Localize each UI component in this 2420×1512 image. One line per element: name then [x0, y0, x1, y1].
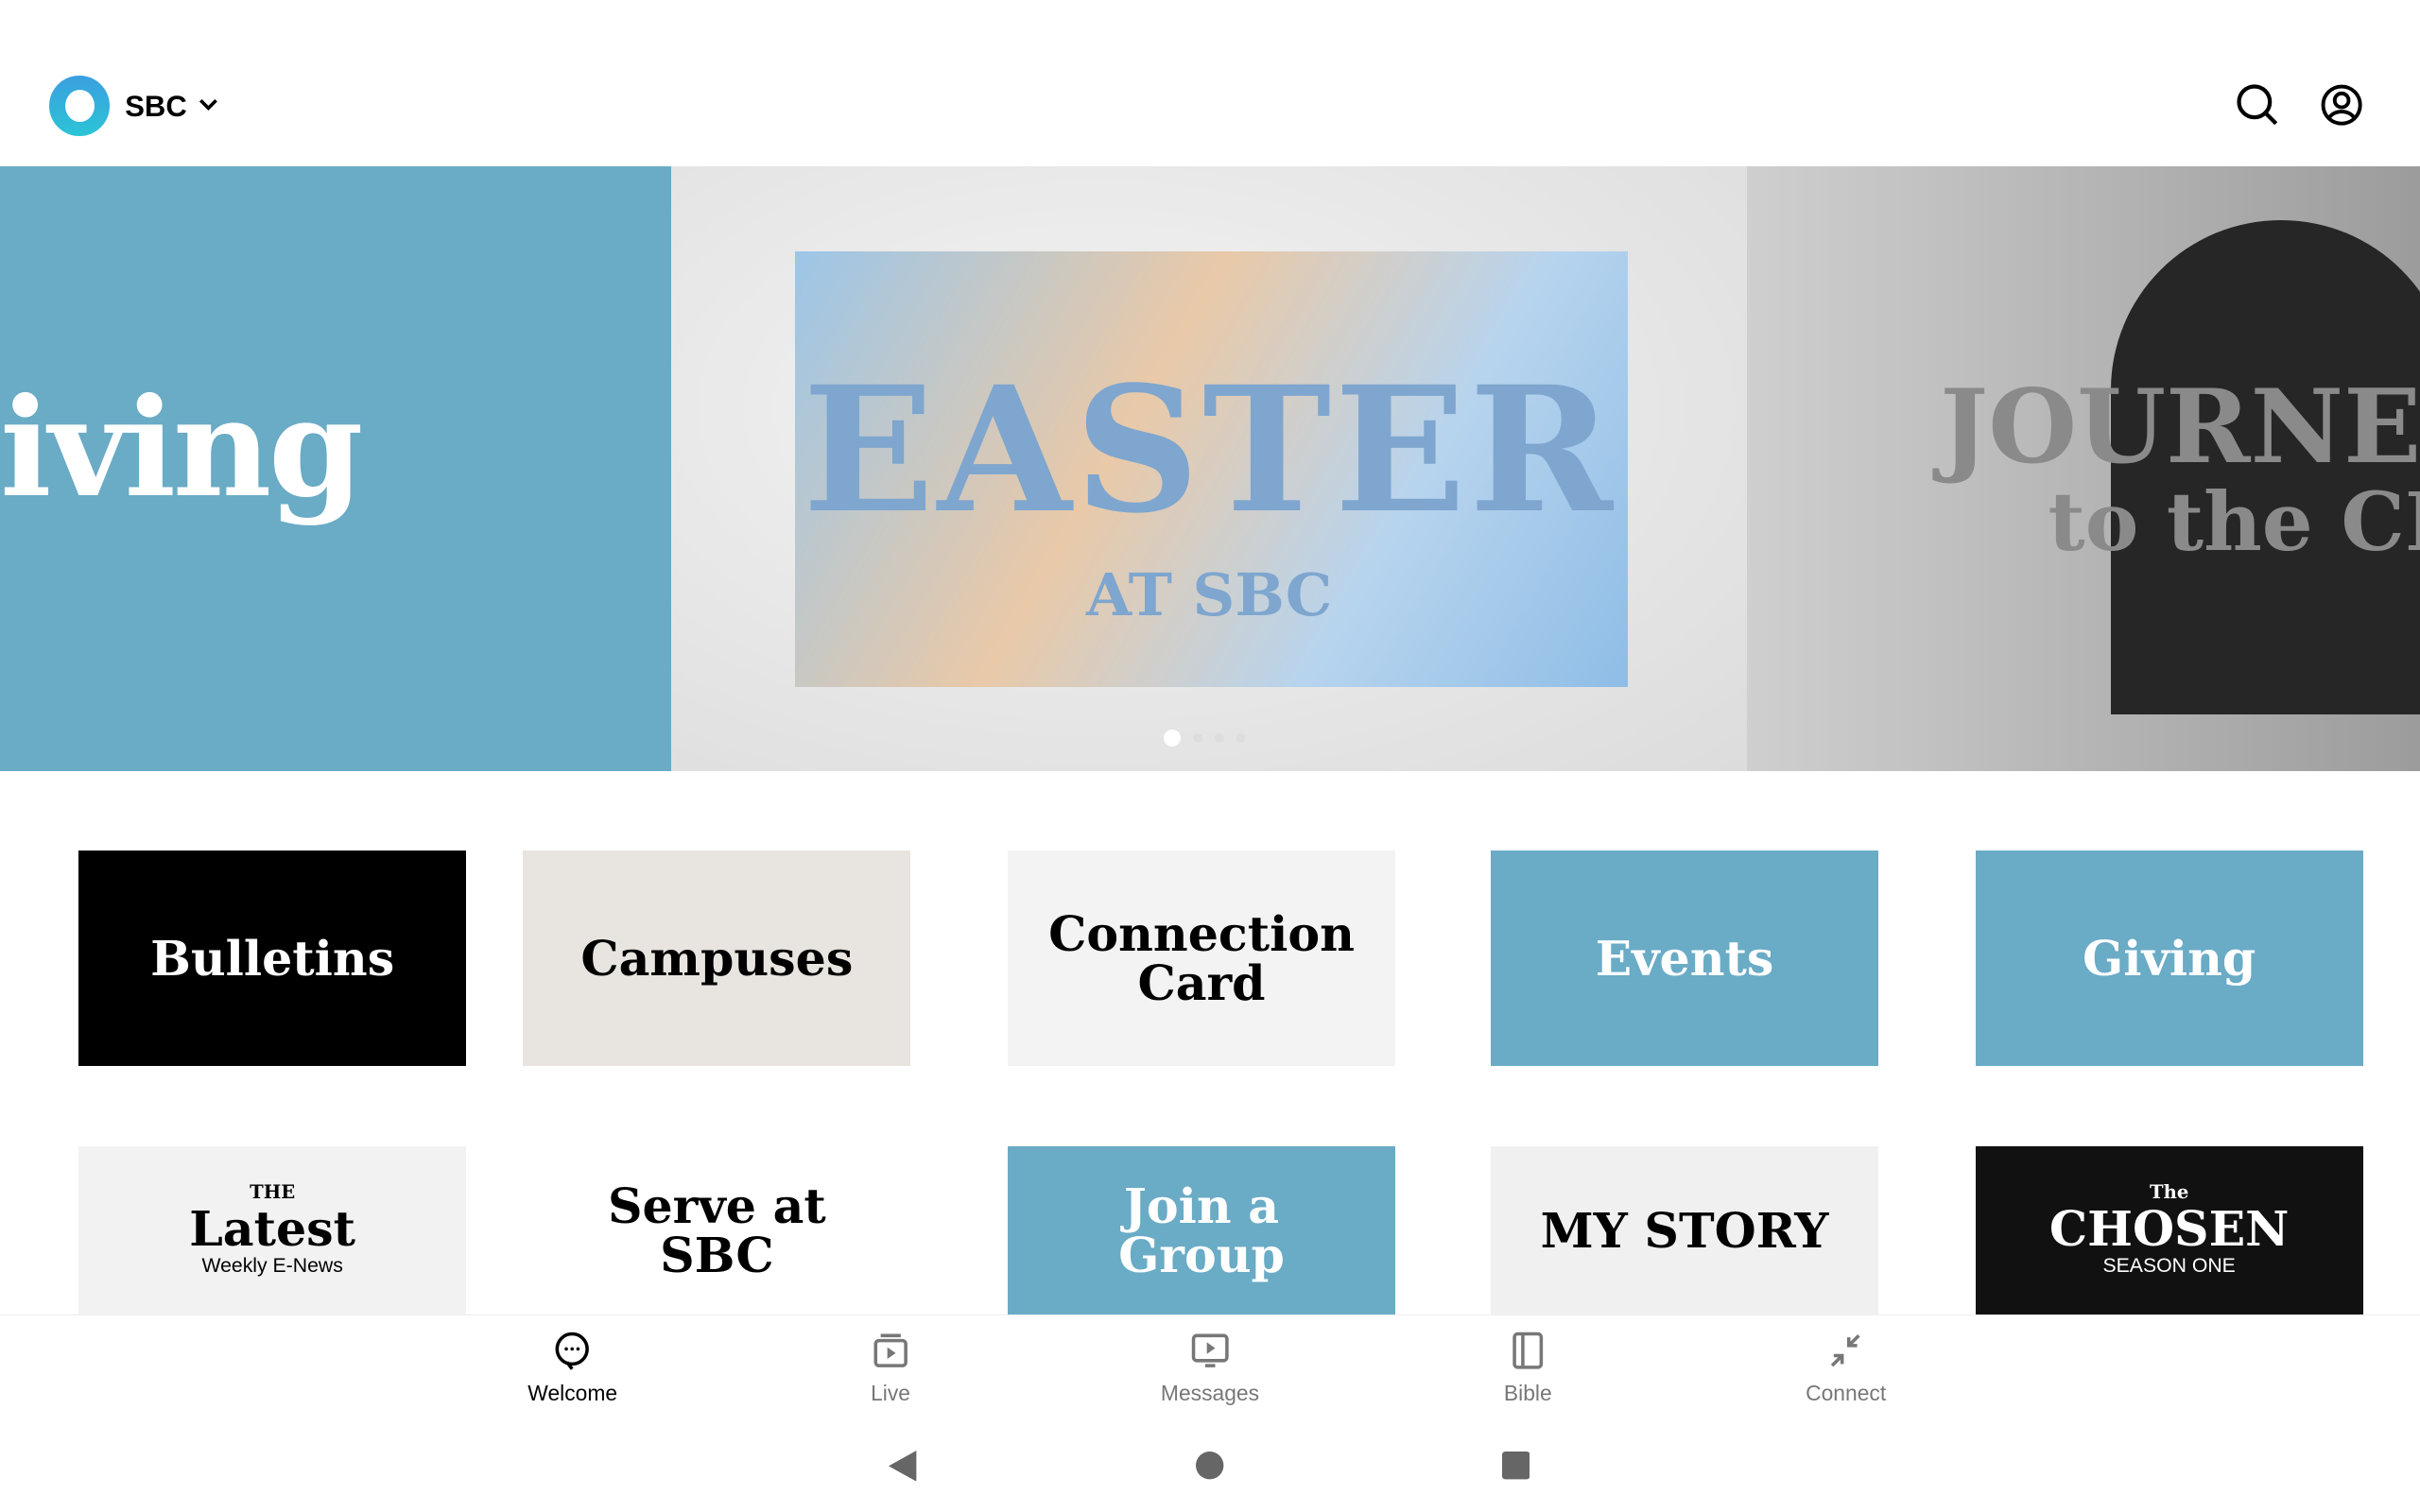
tile-subtitle: SEASON ONE [2102, 1254, 2236, 1277]
page-dot[interactable] [1193, 733, 1202, 744]
nav-label: Bible [1503, 1380, 1552, 1405]
nav-connect[interactable]: Connect [1754, 1331, 1939, 1405]
carousel-pagination[interactable] [1164, 730, 1246, 747]
tile-subtitle: Weekly E-News [201, 1254, 343, 1277]
tile-bulletins[interactable]: Bulletins [78, 850, 467, 1067]
tile-latest[interactable]: THE Latest Weekly E-News [78, 1146, 467, 1314]
tile-label: Events [1595, 929, 1774, 987]
chevron-down-icon[interactable] [198, 97, 219, 112]
tile-connection-card[interactable]: Connection Card [1008, 850, 1395, 1067]
tile-events[interactable]: Events [1491, 850, 1878, 1067]
slide-easter[interactable]: EASTER AT SBC [671, 166, 1748, 772]
tile-giving[interactable]: Giving [1975, 850, 2363, 1067]
bottom-nav: Welcome Live Messages Bible Connect [0, 1314, 2420, 1436]
slide-giving[interactable]: iving [0, 166, 672, 772]
nav-label: Connect [1806, 1380, 1887, 1405]
page-dot[interactable] [1214, 733, 1224, 744]
book-icon [1512, 1332, 1544, 1369]
tile-join-a-group[interactable]: Join a Group [1008, 1146, 1395, 1314]
tile-label: CHOSEN [2048, 1200, 2290, 1258]
nav-bible[interactable]: Bible [1435, 1331, 1620, 1405]
nav-live[interactable]: Live [798, 1331, 983, 1405]
slide-journey[interactable]: JOURNEYto the CR [1747, 166, 2420, 772]
org-switcher[interactable]: SBC [125, 90, 186, 124]
slide-title: EASTER [803, 348, 1616, 552]
search-icon[interactable] [2233, 80, 2282, 129]
system-nav-bar [0, 1435, 2420, 1512]
live-video-icon [873, 1333, 908, 1368]
account-circle-icon[interactable] [2317, 80, 2366, 129]
tile-my-story[interactable]: MY STORY [1491, 1146, 1878, 1314]
nav-label: Messages [1160, 1380, 1260, 1405]
arrows-collapse-icon [1831, 1334, 1861, 1367]
nav-label: Live [871, 1380, 910, 1405]
recents-icon[interactable] [1501, 1452, 1530, 1480]
tile-label: Latest [189, 1200, 356, 1258]
slide-subtitle: AT SBC [1086, 559, 1333, 629]
tile-label: Giving [2083, 929, 2256, 987]
nav-label: Welcome [527, 1380, 618, 1405]
page-dot[interactable] [1236, 733, 1246, 744]
tile-label: Bulletins [150, 929, 395, 987]
tv-play-icon [1191, 1333, 1229, 1368]
tile-label: Campuses [580, 929, 854, 987]
page-dot[interactable] [1164, 730, 1181, 747]
nav-welcome[interactable]: Welcome [480, 1331, 666, 1405]
hero-carousel[interactable]: iving EASTERAT SBC JOURNEYto the CR [0, 166, 2420, 772]
tile-label: Serve at SBC [607, 1177, 826, 1284]
tile-label: MY STORY [1540, 1201, 1829, 1259]
tile-label: Join a Group [1118, 1177, 1285, 1284]
chat-bubble-icon [556, 1332, 590, 1371]
back-icon[interactable] [889, 1450, 917, 1482]
tile-campuses[interactable]: Campuses [523, 850, 911, 1067]
nav-messages[interactable]: Messages [1117, 1331, 1303, 1405]
tile-serve-at-sbc[interactable]: Serve at SBC [523, 1146, 911, 1314]
church-logo[interactable] [49, 75, 110, 136]
tile-label: Connection Card [1048, 904, 1355, 1011]
tile-chosen[interactable]: The CHOSEN SEASON ONE [1975, 1146, 2363, 1314]
app-header: SBC [0, 0, 2420, 166]
home-icon[interactable] [1196, 1452, 1224, 1480]
